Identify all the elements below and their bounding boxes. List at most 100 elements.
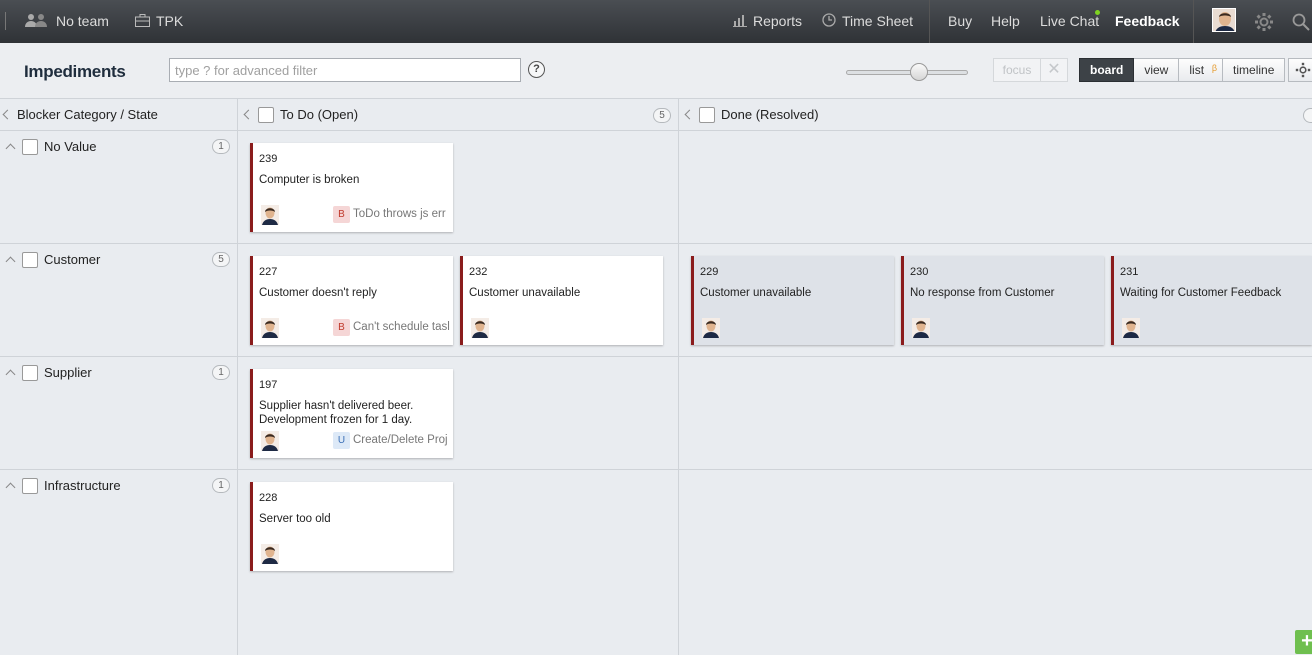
axis-header[interactable]: Blocker Category / State	[4, 99, 158, 131]
zoom-slider-track[interactable]	[846, 70, 968, 75]
card-title: Waiting for Customer Feedback	[1120, 286, 1310, 300]
search-icon[interactable]	[1292, 0, 1310, 43]
swimlane-checkbox[interactable]	[22, 252, 38, 268]
swimlane-count-badge: 1	[212, 365, 230, 380]
chevron-left-icon[interactable]	[685, 110, 695, 120]
assignee-avatar[interactable]	[471, 318, 489, 338]
impediment-card[interactable]: 239 Computer is broken BToDo throws js e…	[250, 143, 453, 232]
swimlane-label: No Value	[44, 139, 97, 154]
impediment-card[interactable]: 230 No response from Customer	[901, 256, 1104, 345]
card-id: 227	[259, 266, 277, 278]
sidebar-toggle[interactable]	[0, 12, 6, 30]
assignee-avatar[interactable]	[261, 431, 279, 451]
chevron-left-icon[interactable]	[244, 110, 254, 120]
view-view-button[interactable]: view	[1134, 58, 1179, 82]
settings-gear-icon[interactable]	[1254, 0, 1274, 43]
swimlane-count-badge: 1	[212, 478, 230, 493]
swimlane: No Value 1	[0, 131, 1312, 244]
gear-icon	[1295, 62, 1311, 78]
filter-help-button[interactable]: ?	[528, 61, 545, 78]
nav-divider	[1193, 0, 1194, 43]
impediment-card[interactable]: 228 Server too old	[250, 482, 453, 571]
swimlane: Infrastructure 1	[0, 470, 1312, 583]
focus-button[interactable]: focus	[993, 58, 1041, 82]
view-timeline-button[interactable]: timeline	[1223, 58, 1285, 82]
chevron-up-icon[interactable]	[6, 483, 16, 493]
swimlane-checkbox[interactable]	[22, 139, 38, 155]
assignee-avatar[interactable]	[261, 544, 279, 564]
column-header-todo: To Do (Open)	[245, 99, 358, 131]
column-header-row: Blocker Category / State To Do (Open) 5 …	[0, 99, 1312, 131]
card-tag[interactable]: UCreate/Delete Proj	[333, 431, 453, 449]
add-card-button[interactable]: +	[1295, 630, 1312, 654]
clear-focus-button[interactable]: ✕	[1041, 58, 1068, 82]
bar-chart-icon	[733, 1, 747, 44]
swimlane-count-badge: 5	[212, 252, 230, 267]
column-checkbox[interactable]	[699, 107, 715, 123]
view-board-button[interactable]: board	[1079, 58, 1134, 82]
zoom-slider-thumb[interactable]	[910, 63, 928, 81]
card-title: No response from Customer	[910, 286, 1100, 300]
chevron-left-icon[interactable]	[3, 110, 13, 120]
card-title: Customer doesn't reply	[259, 286, 449, 300]
reports-label: Reports	[753, 13, 802, 29]
card-id: 230	[910, 266, 928, 278]
chevron-up-icon[interactable]	[6, 257, 16, 267]
timesheet-link[interactable]: Time Sheet	[822, 0, 913, 43]
swimlane-checkbox[interactable]	[22, 478, 38, 494]
column-label: Done (Resolved)	[721, 107, 819, 122]
column-count-badge: 5	[653, 108, 671, 123]
tag-text: Can't schedule tasl	[353, 321, 450, 333]
impediment-card[interactable]: 232 Customer unavailable	[460, 256, 663, 345]
swimlane-title[interactable]: No Value	[4, 138, 97, 156]
live-chat-link[interactable]: Live Chat	[1040, 0, 1099, 43]
reports-link[interactable]: Reports	[733, 0, 802, 43]
impediment-card[interactable]: 227 Customer doesn't reply BCan't schedu…	[250, 256, 453, 345]
board-settings-button[interactable]	[1288, 58, 1312, 82]
clock-icon	[822, 1, 836, 44]
swimlane: Supplier 1	[0, 357, 1312, 470]
swimlane-label: Customer	[44, 252, 100, 267]
view-switcher: board view listβ timeline	[1079, 58, 1285, 82]
project-selector[interactable]: TPK	[135, 0, 183, 43]
view-list-button[interactable]: listβ	[1179, 58, 1223, 82]
feedback-link[interactable]: Feedback	[1115, 0, 1180, 43]
swimlane-title[interactable]: Customer	[4, 251, 100, 269]
board-toolbar: Impediments ? focus ✕ board view listβ t…	[0, 43, 1312, 99]
impediment-card[interactable]: 197 Supplier hasn't delivered beer. Deve…	[250, 369, 453, 458]
briefcase-icon	[135, 1, 150, 44]
chevron-up-icon[interactable]	[6, 370, 16, 380]
team-label: No team	[56, 13, 109, 29]
team-selector[interactable]: No team	[24, 0, 109, 43]
tag-type: B	[333, 206, 350, 223]
filter-input[interactable]	[169, 58, 521, 82]
tag-type: B	[333, 319, 350, 336]
column-label: To Do (Open)	[280, 107, 358, 122]
impediment-card[interactable]: 229 Customer unavailable	[691, 256, 894, 345]
swimlane-label: Supplier	[44, 365, 92, 380]
project-label: TPK	[156, 13, 183, 29]
assignee-avatar[interactable]	[912, 318, 930, 338]
chevron-up-icon[interactable]	[6, 144, 16, 154]
top-nav-bar: No team TPK Reports Time Sheet Buy Help …	[0, 0, 1312, 43]
card-tag[interactable]: BCan't schedule tasl	[333, 318, 453, 336]
buy-link[interactable]: Buy	[948, 0, 972, 43]
swimlane-title[interactable]: Supplier	[4, 364, 92, 382]
column-header-done: Done (Resolved)	[686, 99, 819, 131]
assignee-avatar[interactable]	[1122, 318, 1140, 338]
card-tag[interactable]: BToDo throws js err	[333, 205, 453, 223]
swimlane-header: Supplier 1	[0, 357, 237, 469]
help-link[interactable]: Help	[991, 0, 1020, 43]
assignee-avatar[interactable]	[261, 205, 279, 225]
swimlane-title[interactable]: Infrastructure	[4, 477, 121, 495]
assignee-avatar[interactable]	[261, 318, 279, 338]
column-checkbox[interactable]	[258, 107, 274, 123]
beta-badge: β	[1212, 57, 1217, 79]
user-avatar[interactable]	[1212, 8, 1236, 32]
swimlane-header: Customer 5	[0, 244, 237, 356]
card-id: 197	[259, 379, 277, 391]
impediment-card[interactable]: 231 Waiting for Customer Feedback	[1111, 256, 1312, 345]
swimlane-checkbox[interactable]	[22, 365, 38, 381]
assignee-avatar[interactable]	[702, 318, 720, 338]
card-title: Server too old	[259, 512, 449, 526]
